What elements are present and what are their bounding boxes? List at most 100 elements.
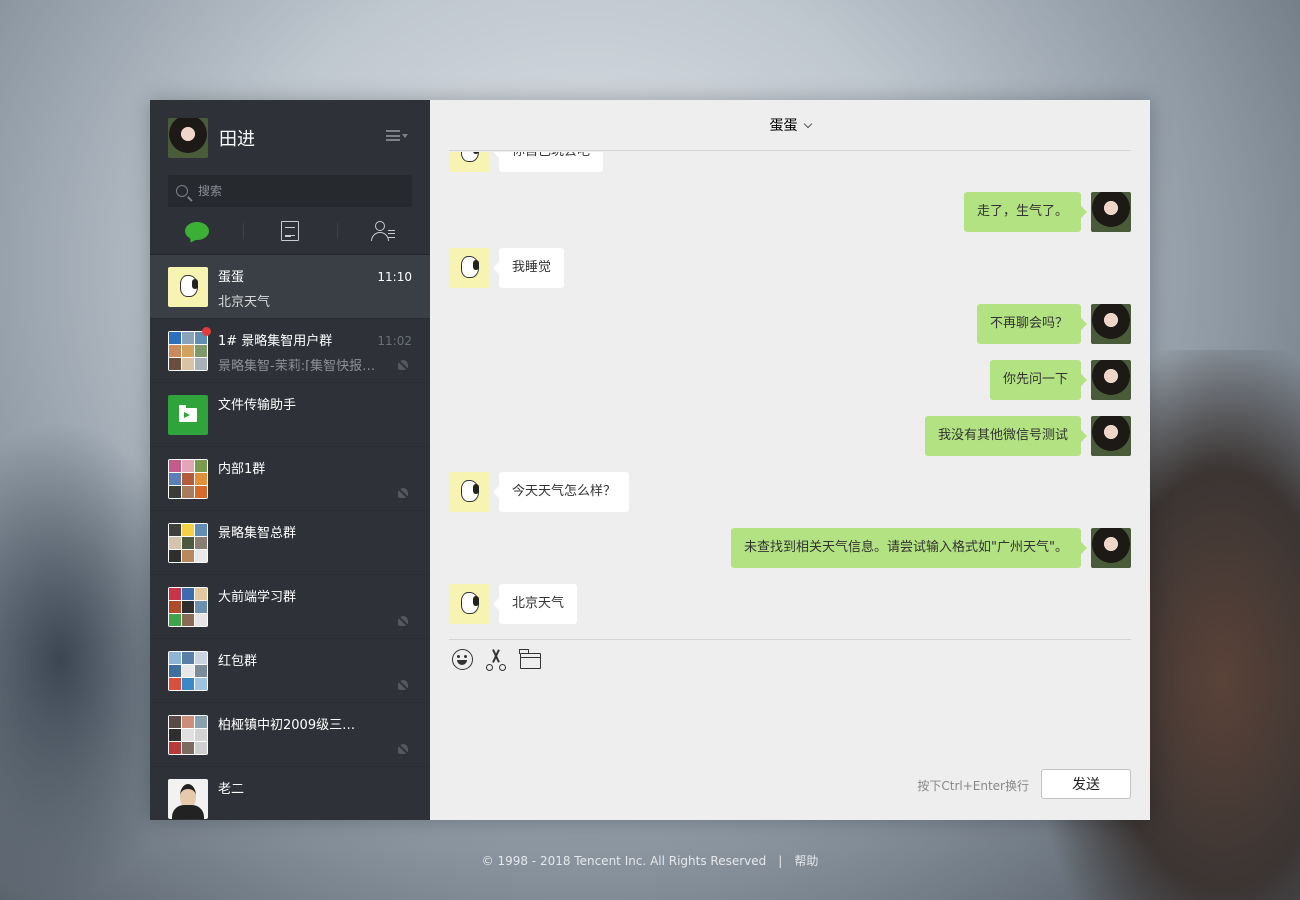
chat-preview: [218, 803, 378, 819]
screenshot-button[interactable]: [485, 648, 507, 671]
wechat-window: 田进 蛋蛋 北京天气: [150, 100, 1150, 820]
chat-list-item[interactable]: 1# 景略集智用户群 景略集智-茉莉:[集智快报] 前端大牛... 11:02: [150, 319, 430, 383]
message-input[interactable]: [449, 680, 1131, 760]
avatar: [168, 714, 208, 755]
message-row: 走了，生气了。: [449, 192, 1131, 232]
folder-icon: [519, 649, 541, 669]
chat-list-item[interactable]: 文件传输助手: [150, 383, 430, 447]
message-bubble[interactable]: 不再聊会吗？: [976, 304, 1088, 344]
avatar: [168, 586, 208, 627]
chat-preview: 北京天气: [218, 295, 271, 307]
chat-preview: [218, 611, 378, 627]
message-bubble[interactable]: 我睡觉: [492, 248, 565, 288]
avatar[interactable]: [1091, 360, 1131, 400]
chat-name: 景略集智总群: [218, 526, 297, 541]
send-hint: 按下Ctrl+Enter换行: [917, 779, 1029, 793]
sidebar: 田进 蛋蛋 北京天气: [150, 100, 430, 820]
footer-separator: |: [778, 854, 783, 868]
message-list[interactable]: 你自己玩去吧 走了，生气了。 我睡觉 不再聊会吗？ 你先问一下 我没有其他微信号…: [449, 152, 1131, 638]
chat-list-item[interactable]: 柏桠镇中初2009级三年二班: [150, 703, 430, 767]
chat-list-item[interactable]: 蛋蛋 北京天气 11:10: [150, 255, 430, 319]
emoji-icon: [451, 649, 473, 670]
emoji-button[interactable]: [451, 649, 473, 671]
avatar[interactable]: [1091, 528, 1131, 568]
avatar[interactable]: [449, 584, 489, 624]
chat-name: 蛋蛋: [218, 270, 245, 285]
file-transfer-icon: [179, 404, 197, 422]
chat-preview: 景略集智-茉莉:[集智快报] 前端大牛...: [218, 359, 378, 371]
mute-icon: [398, 744, 408, 754]
scissors-icon: [486, 648, 506, 671]
message-row: 不再聊会吗？: [449, 304, 1131, 344]
message-bubble[interactable]: 北京天气: [492, 584, 578, 624]
chat-panel: 蛋蛋 你自己玩去吧 走了，生气了。 我睡觉 不再聊会吗？: [430, 100, 1150, 820]
avatar: [168, 394, 208, 435]
chat-time: 11:10: [377, 270, 412, 284]
copyright-text: © 1998 - 2018 Tencent Inc. All Rights Re…: [481, 854, 767, 868]
avatar: [168, 650, 208, 691]
tab-contacts[interactable]: [336, 207, 430, 255]
message-row: 我睡觉: [449, 248, 1131, 288]
search-input[interactable]: [198, 184, 398, 198]
avatar: [168, 778, 208, 819]
message-row: 你先问一下: [449, 360, 1131, 400]
avatar[interactable]: [1091, 416, 1131, 456]
message-row: 你自己玩去吧: [449, 152, 1131, 172]
tab-chats[interactable]: [150, 207, 243, 255]
self-avatar[interactable]: [168, 117, 208, 158]
unread-badge: [202, 327, 211, 336]
chat-name: 大前端学习群: [218, 590, 297, 605]
mute-icon: [398, 680, 408, 690]
avatar: [168, 522, 208, 563]
page-footer: © 1998 - 2018 Tencent Inc. All Rights Re…: [0, 852, 1300, 869]
avatar: [168, 458, 208, 499]
message-bubble[interactable]: 走了，生气了。: [963, 192, 1088, 232]
avatar[interactable]: [449, 472, 489, 512]
help-link[interactable]: 帮助: [794, 854, 818, 868]
tab-articles[interactable]: [243, 207, 336, 255]
search-icon: [176, 185, 188, 197]
chat-title-button[interactable]: 蛋蛋: [769, 115, 812, 135]
contacts-icon: [371, 220, 396, 242]
chevron-down-icon: [803, 119, 812, 128]
menu-button[interactable]: [386, 130, 408, 141]
profile-header: 田进: [150, 100, 430, 175]
message-row: 北京天气: [449, 584, 1131, 624]
chat-list-item[interactable]: 红包群: [150, 639, 430, 703]
chat-icon: [184, 221, 209, 240]
message-bubble[interactable]: 今天天气怎么样？: [492, 472, 630, 512]
message-bubble[interactable]: 未查找到相关天气信息。请尝试输入格式如"广州天气"。: [731, 528, 1087, 568]
chat-preview: [218, 675, 378, 691]
chat-list: 蛋蛋 北京天气 11:10 1# 景略集智用户群 景略集智-茉莉:[集智快报] …: [150, 255, 430, 820]
input-toolbar: [449, 639, 1131, 679]
chat-title: 蛋蛋: [769, 118, 798, 134]
nav-tabs: [150, 207, 430, 255]
message-bubble[interactable]: 你自己玩去吧: [492, 152, 604, 172]
chat-name: 内部1群: [218, 462, 266, 477]
avatar[interactable]: [1091, 304, 1131, 344]
chat-list-item[interactable]: 老二: [150, 767, 430, 820]
message-bubble[interactable]: 你先问一下: [989, 360, 1088, 400]
message-row: 今天天气怎么样？: [449, 472, 1131, 512]
avatar: [168, 330, 208, 371]
chat-name: 老二: [218, 782, 245, 797]
profile-name: 田进: [219, 128, 255, 150]
message-bubble[interactable]: 我没有其他微信号测试: [924, 416, 1088, 456]
avatar[interactable]: [449, 248, 489, 288]
chat-list-item[interactable]: 大前端学习群: [150, 575, 430, 639]
menu-icon: [386, 130, 400, 141]
mute-icon: [398, 488, 408, 498]
chat-time: 11:02: [377, 334, 412, 348]
search-box: [168, 175, 412, 207]
chat-list-item[interactable]: 内部1群: [150, 447, 430, 511]
chat-name: 1# 景略集智用户群: [218, 334, 333, 349]
avatar[interactable]: [1091, 192, 1131, 232]
send-button[interactable]: 发送: [1041, 769, 1131, 799]
chat-preview: [218, 419, 378, 435]
avatar[interactable]: [449, 152, 489, 172]
send-file-button[interactable]: [519, 649, 541, 671]
chat-list-item[interactable]: 景略集智总群: [150, 511, 430, 575]
chat-name: 文件传输助手: [218, 398, 297, 413]
message-row: 未查找到相关天气信息。请尝试输入格式如"广州天气"。: [449, 528, 1131, 568]
chat-name: 柏桠镇中初2009级三年二班: [218, 718, 368, 733]
